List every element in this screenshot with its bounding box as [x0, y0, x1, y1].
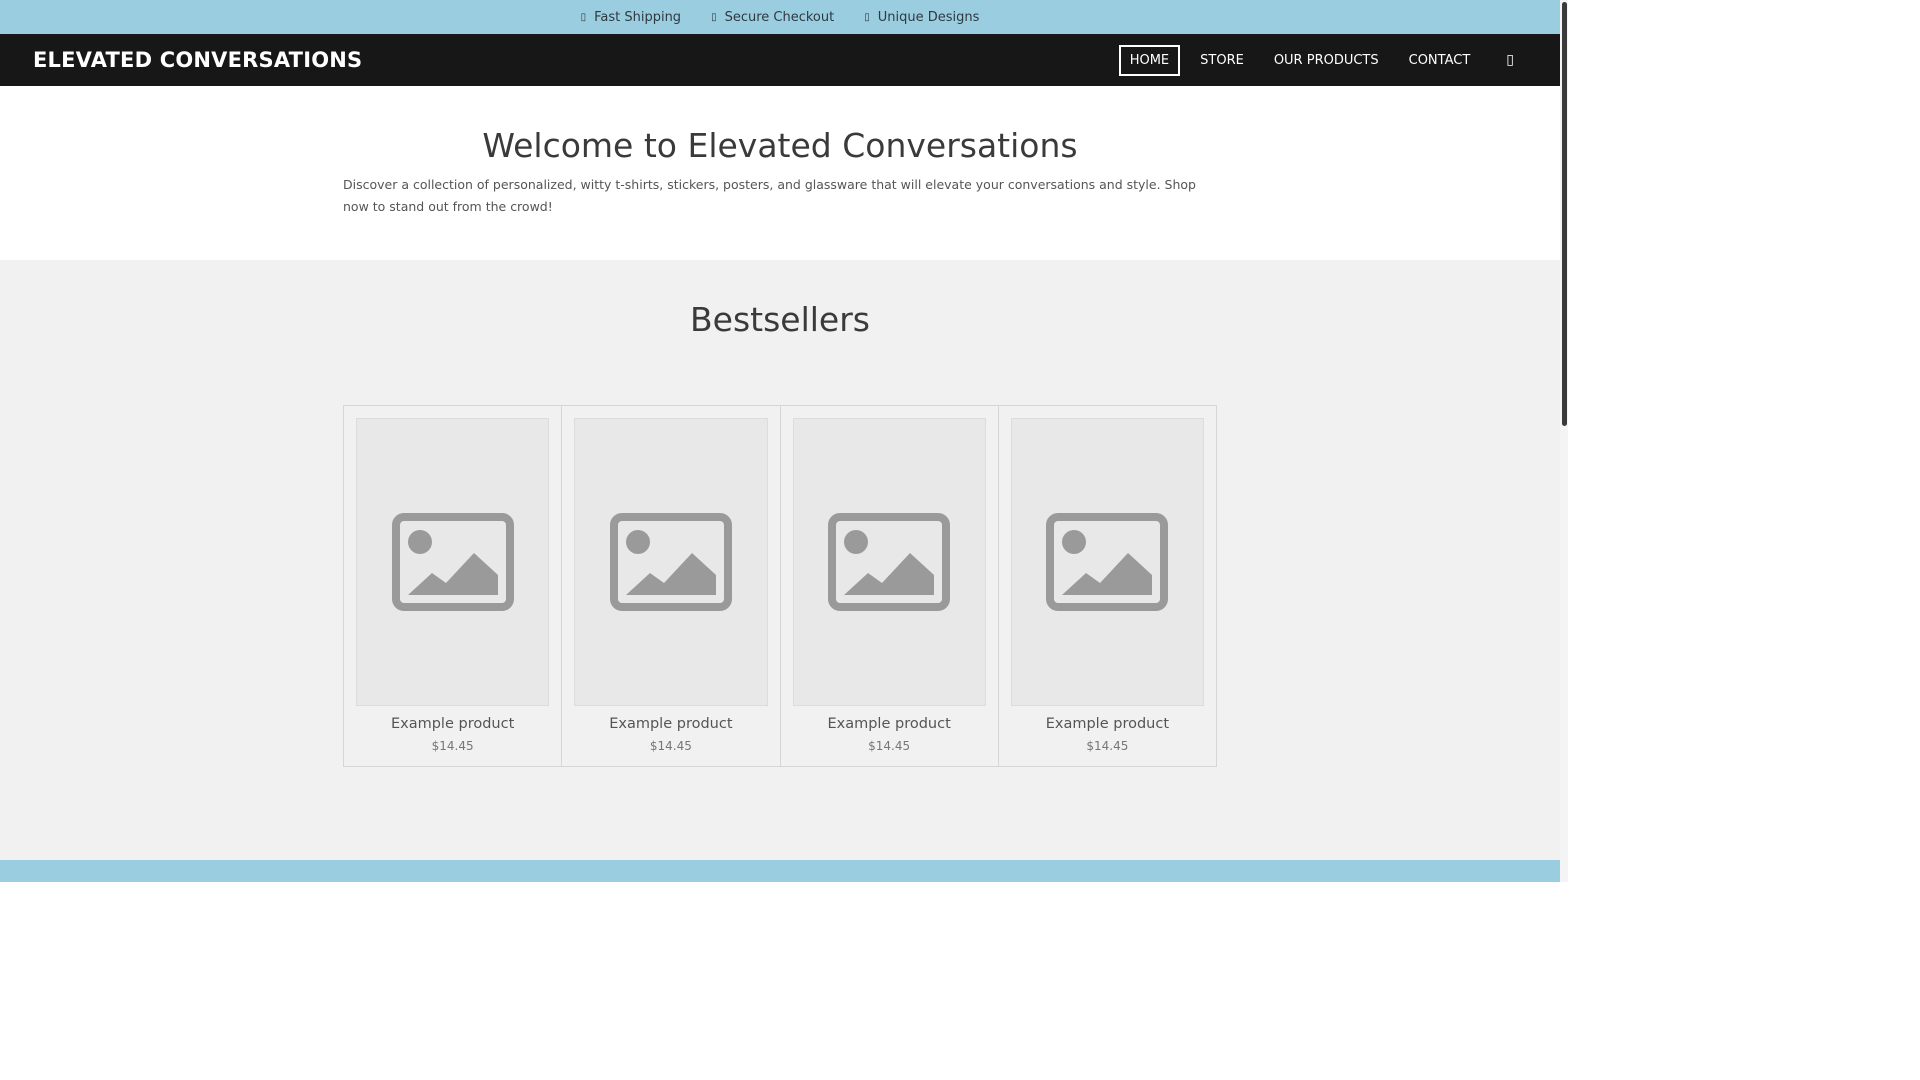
lock-icon: ▯ — [711, 11, 717, 23]
nav-home[interactable]: HOME — [1118, 44, 1181, 76]
product-name[interactable]: Example product — [999, 716, 1216, 732]
welcome-section: Welcome to Elevated Conversations Discov… — [0, 86, 1560, 260]
product-price: $14.45 — [1086, 739, 1129, 753]
feature-label: Fast Shipping — [594, 9, 682, 25]
product-card[interactable]: Example product $14.45 — [562, 406, 781, 766]
product-name[interactable]: Example product — [562, 716, 779, 732]
image-placeholder-icon — [828, 513, 951, 611]
site-logo[interactable]: ELEVATED CONVERSATIONS — [33, 48, 362, 72]
feature-secure-checkout: ▯ Secure Checkout — [711, 10, 834, 25]
bestsellers-section: Bestsellers Example product $14.45 Examp… — [0, 260, 1560, 860]
image-placeholder-icon — [1046, 513, 1169, 611]
nav-contact[interactable]: CONTACT — [1399, 45, 1481, 76]
product-image[interactable] — [792, 418, 986, 706]
main-header: ELEVATED CONVERSATIONS HOME STORE OUR PR… — [0, 34, 1560, 86]
product-price: $14.45 — [431, 739, 474, 753]
announcement-bar: ▯ Fast Shipping ▯ Secure Checkout ▯ Uniq… — [0, 0, 1560, 34]
product-name[interactable]: Example product — [781, 716, 998, 732]
product-image[interactable] — [574, 418, 768, 706]
scrollbar[interactable] — [1560, 0, 1568, 882]
product-card[interactable]: Example product $14.45 — [999, 406, 1216, 766]
product-image[interactable] — [356, 418, 550, 706]
image-placeholder-icon — [609, 513, 732, 611]
feature-fast-shipping: ▯ Fast Shipping — [581, 10, 681, 25]
footer-bar — [0, 860, 1560, 882]
product-price: $14.45 — [649, 739, 692, 753]
product-card[interactable]: Example product $14.45 — [344, 406, 563, 766]
image-placeholder-icon — [391, 513, 514, 611]
scrollbar-thumb[interactable] — [1562, 2, 1567, 426]
truck-icon: ▯ — [580, 11, 587, 23]
welcome-title: Welcome to Elevated Conversations — [482, 126, 1078, 165]
star-icon: ▯ — [864, 11, 870, 23]
cart-icon[interactable]: ▯ — [1506, 52, 1514, 68]
welcome-text: Discover a collection of personalized, w… — [343, 177, 1196, 214]
product-grid: Example product $14.45 Example product $… — [343, 405, 1217, 767]
product-name[interactable]: Example product — [344, 716, 561, 732]
feature-label: Secure Checkout — [724, 9, 835, 25]
feature-unique-designs: ▯ Unique Designs — [864, 10, 979, 25]
main-nav: HOME STORE OUR PRODUCTS CONTACT ▯ — [1109, 34, 1560, 86]
feature-label: Unique Designs — [877, 9, 980, 25]
product-card[interactable]: Example product $14.45 — [781, 406, 999, 766]
product-price: $14.45 — [868, 739, 911, 753]
product-image[interactable] — [1010, 418, 1204, 706]
bestsellers-title: Bestsellers — [690, 300, 870, 339]
nav-store[interactable]: STORE — [1190, 45, 1254, 76]
nav-our-products[interactable]: OUR PRODUCTS — [1264, 45, 1389, 76]
